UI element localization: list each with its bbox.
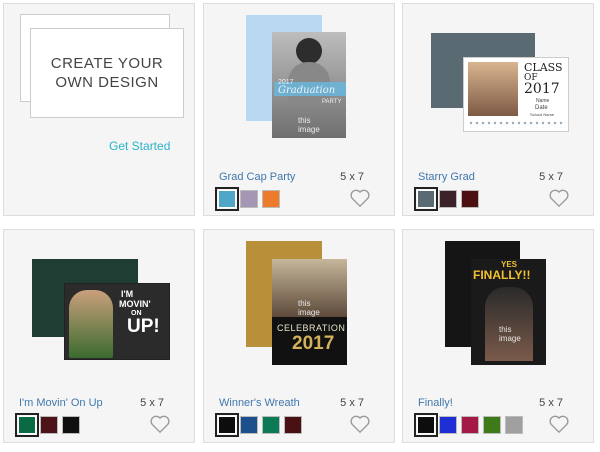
color-swatches <box>414 187 479 211</box>
swatch-green[interactable] <box>262 416 280 434</box>
swatch-maroon[interactable] <box>461 190 479 208</box>
product-size: 5 x 7 <box>539 397 563 409</box>
product-preview[interactable]: 2017 Graduation PARTY this image <box>204 4 394 154</box>
class-text: CLASS <box>524 61 563 74</box>
color-swatches <box>414 413 523 437</box>
swatch-gray[interactable] <box>505 416 523 434</box>
script-text: Graduation <box>278 85 336 96</box>
swatch-burgundy[interactable] <box>40 416 58 434</box>
placeholder-image: image <box>298 308 320 317</box>
placeholder-image: image <box>298 125 320 134</box>
swatch-black[interactable] <box>414 413 438 437</box>
placeholder-this: this <box>499 325 512 334</box>
product-name[interactable]: I'm Movin' On Up <box>19 397 103 409</box>
product-size: 5 x 7 <box>340 397 364 409</box>
product-card-winners-wreath[interactable]: this image CELEBRATION 2017 Winner's Wre… <box>203 229 395 443</box>
product-preview[interactable]: CLASS OF 2017 Name Date School Name <box>403 4 593 154</box>
swatch-orange[interactable] <box>262 190 280 208</box>
up-text: UP! <box>127 316 160 337</box>
party-text: PARTY <box>322 99 342 105</box>
product-name[interactable]: Winner's Wreath <box>219 397 300 409</box>
swatch-blue[interactable] <box>240 416 258 434</box>
create-title-line2: OWN DESIGN <box>55 74 159 91</box>
swatch-blue[interactable] <box>439 416 457 434</box>
swatch-green[interactable] <box>483 416 501 434</box>
date-text: Date <box>535 105 548 111</box>
product-card-starry-grad[interactable]: CLASS OF 2017 Name Date School Name Star… <box>402 3 594 216</box>
product-size: 5 x 7 <box>539 171 563 183</box>
product-preview[interactable]: I'M MOVIN' ON UP! <box>4 230 194 380</box>
product-preview[interactable]: this image CELEBRATION 2017 <box>204 230 394 380</box>
swatch-slate[interactable] <box>414 187 438 211</box>
portrait-head <box>296 38 322 64</box>
swatch-green[interactable] <box>15 413 39 437</box>
stars-pattern <box>468 120 566 128</box>
portrait-photo <box>485 287 533 361</box>
product-size: 5 x 7 <box>340 171 364 183</box>
finally-text: FINALLY!! <box>473 268 531 282</box>
swatch-black[interactable] <box>62 416 80 434</box>
card-front: YES FINALLY!! this image <box>471 259 546 365</box>
product-name[interactable]: Starry Grad <box>418 171 475 183</box>
card-front-preview: CREATE YOUR OWN DESIGN <box>30 28 184 118</box>
favorite-heart-icon[interactable] <box>349 188 371 208</box>
card-front: 2017 Graduation PARTY this image <box>272 32 346 138</box>
placeholder-image: image <box>499 334 521 343</box>
swatch-maroon[interactable] <box>284 416 302 434</box>
favorite-heart-icon[interactable] <box>548 188 570 208</box>
product-card-movin-on-up[interactable]: I'M MOVIN' ON UP! I'm Movin' On Up 5 x 7 <box>3 229 195 443</box>
favorite-heart-icon[interactable] <box>349 414 371 434</box>
swatch-plum[interactable] <box>439 190 457 208</box>
portrait-photo <box>69 290 113 358</box>
placeholder-this: this <box>298 299 311 308</box>
movin-text: MOVIN' <box>119 299 151 309</box>
product-card-grad-cap-party[interactable]: 2017 Graduation PARTY this image Grad Ca… <box>203 3 395 216</box>
portrait-photo <box>468 62 518 116</box>
swatch-crimson[interactable] <box>461 416 479 434</box>
card-front: CLASS OF 2017 Name Date School Name <box>463 57 569 132</box>
favorite-heart-icon[interactable] <box>149 414 171 434</box>
im-text: I'M <box>121 289 134 299</box>
swatch-black[interactable] <box>215 413 239 437</box>
favorite-heart-icon[interactable] <box>548 414 570 434</box>
card-front: this image CELEBRATION 2017 <box>272 259 347 365</box>
name-text: Name <box>536 98 550 104</box>
product-card-finally[interactable]: YES FINALLY!! this image Finally! 5 x 7 <box>402 229 594 443</box>
school-text: School Name <box>530 112 555 117</box>
create-your-own-card[interactable]: CREATE YOUR OWN DESIGN Get Started <box>3 3 195 216</box>
card-front: I'M MOVIN' ON UP! <box>64 283 170 360</box>
swatch-lavender[interactable] <box>240 190 258 208</box>
color-swatches <box>215 413 302 437</box>
year-text: 2017 <box>524 81 560 97</box>
product-size: 5 x 7 <box>140 397 164 409</box>
celebration-text: CELEBRATION <box>277 323 346 333</box>
color-swatches <box>215 187 280 211</box>
color-swatches <box>15 413 80 437</box>
create-title-line1: CREATE YOUR <box>50 55 164 72</box>
product-name[interactable]: Grad Cap Party <box>219 171 295 183</box>
product-name[interactable]: Finally! <box>418 397 453 409</box>
product-preview[interactable]: YES FINALLY!! this image <box>403 230 593 380</box>
get-started-link[interactable]: Get Started <box>109 139 170 153</box>
swatch-blue[interactable] <box>215 187 239 211</box>
year-text: 2017 <box>292 333 335 354</box>
placeholder-this: this <box>298 116 311 125</box>
